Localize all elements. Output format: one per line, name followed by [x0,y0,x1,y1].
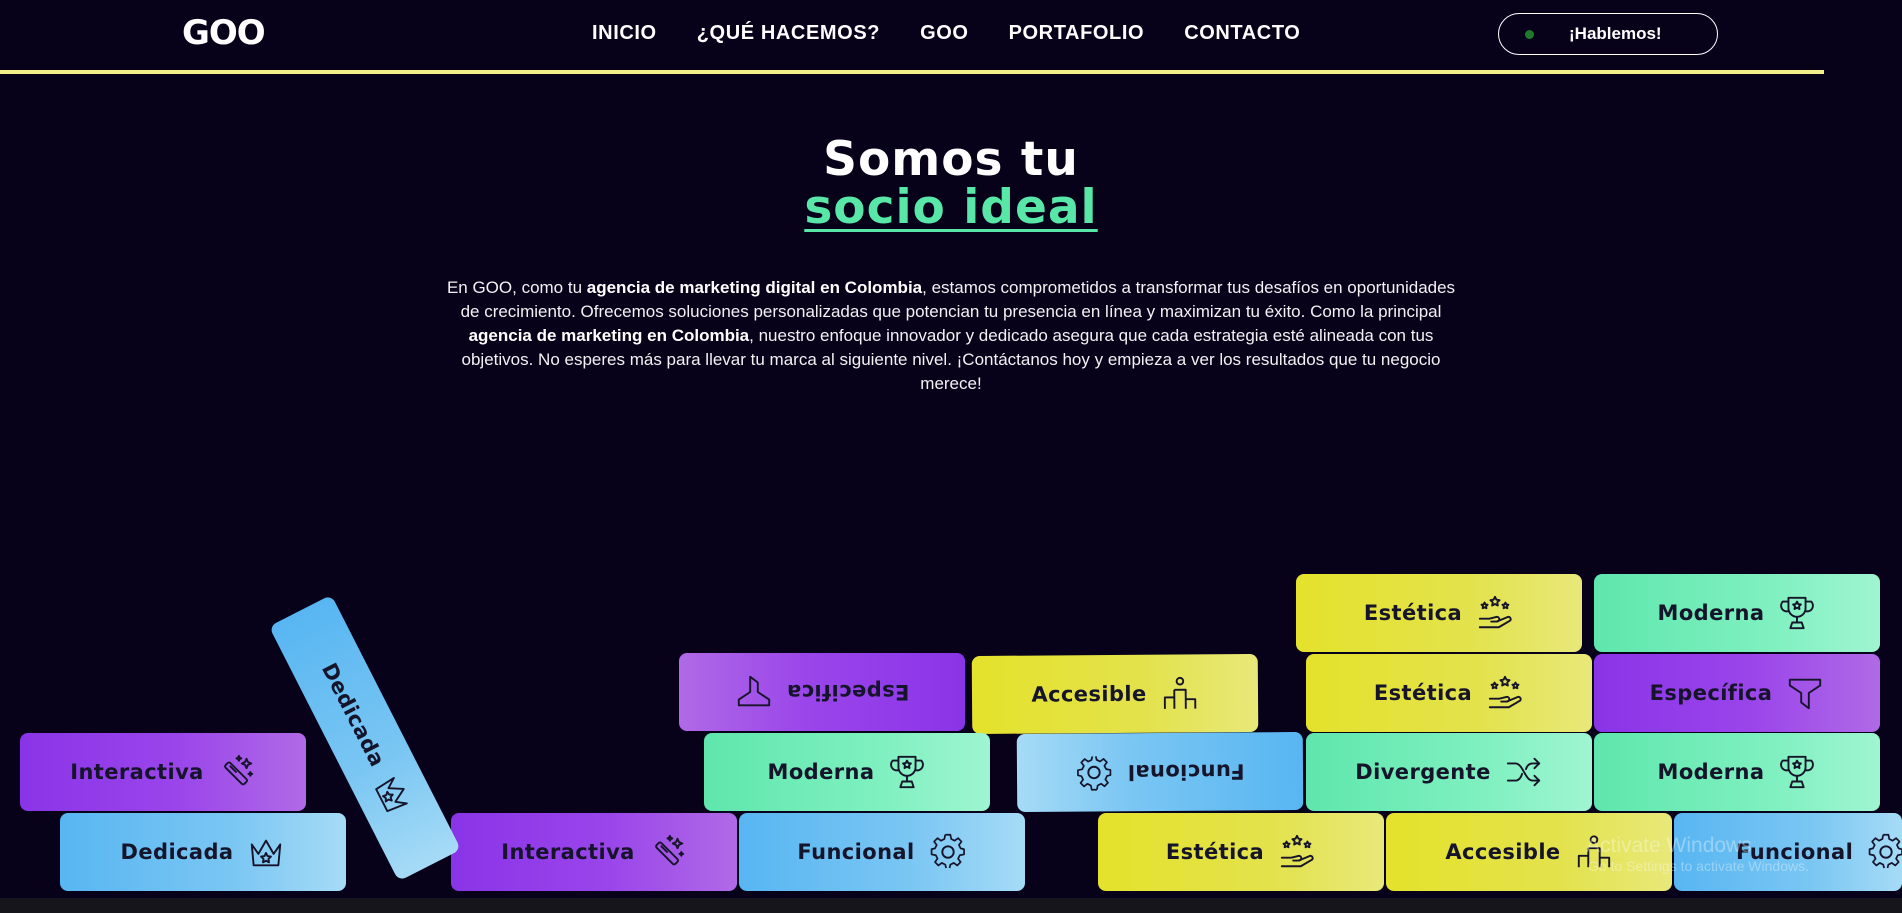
nav-item-goo[interactable]: GOO [920,22,968,45]
status-dot-icon [1525,30,1534,39]
hero-description: En GOO, como tu agencia de marketing dig… [436,276,1466,396]
block-label: Moderna [1657,760,1765,784]
block-label: Funcional [1736,840,1854,864]
block-estetica[interactable]: Estética [1306,654,1592,732]
block-accesible[interactable]: Accesible [1386,813,1672,891]
block-label: Estética [1373,681,1473,705]
bottom-bar [0,898,1902,913]
block-moderna[interactable]: Moderna [1594,733,1880,811]
gear-icon [929,833,967,871]
hero-title-line2: socio ideal [804,180,1098,235]
gear-icon [1867,833,1902,871]
block-label: Divergente [1355,760,1491,784]
site-header: GOO INICIO ¿QUÉ HACEMOS? GOO PORTAFOLIO … [0,0,1902,72]
magic-wand-icon [649,833,687,871]
trophy-icon [1778,753,1816,791]
block-divergente[interactable]: Divergente [1306,733,1592,811]
block-label: Interactiva [501,840,635,864]
block-moderna[interactable]: Moderna [1594,574,1880,652]
block-label: Accesible [1031,681,1147,707]
block-dedicada[interactable]: Dedicada [60,813,346,891]
block-label: Dedicada [316,659,390,771]
funnel-icon [1786,674,1824,712]
magic-wand-icon [218,753,256,791]
nav-item-que-hacemos[interactable]: ¿QUÉ HACEMOS? [697,22,880,45]
block-funcional-flipped[interactable]: Funcional [1016,732,1304,812]
logo[interactable]: GOO [182,16,266,50]
stars-hand-icon [1486,674,1524,712]
main-nav: INICIO ¿QUÉ HACEMOS? GOO PORTAFOLIO CONT… [592,22,1300,45]
block-estetica[interactable]: Estética [1296,574,1582,652]
block-interactiva[interactable]: Interactiva [20,733,306,811]
block-moderna[interactable]: Moderna [704,733,990,811]
block-label: Interactiva [70,760,204,784]
hablemos-button[interactable]: ¡Hablemos! [1498,13,1718,55]
block-label: Específica [1649,681,1773,705]
hablemos-label: ¡Hablemos! [1569,24,1662,43]
nav-item-portafolio[interactable]: PORTAFOLIO [1009,22,1145,45]
gear-icon [1075,753,1113,791]
crown-icon [247,833,285,871]
block-estetica[interactable]: Estética [1098,813,1384,891]
block-label: Accesible [1445,840,1561,864]
stars-hand-icon [1476,594,1514,632]
block-label: Estética [1165,840,1265,864]
block-accesible[interactable]: Accesible [971,654,1259,734]
header-accent-line [0,70,1824,74]
hero-desc-text-1: En GOO, como tu [446,278,587,297]
trophy-icon [1778,594,1816,632]
hero-desc-bold-2: agencia de marketing en Colombia [468,326,750,345]
block-especifica-flipped[interactable]: Especifica [679,653,965,731]
person-podium-icon [1160,674,1198,712]
block-interactiva[interactable]: Interactiva [451,813,737,891]
block-label: Moderna [767,760,875,784]
nav-item-inicio[interactable]: INICIO [592,22,657,45]
trophy-icon [888,753,926,791]
block-label: Funcional [797,840,915,864]
block-label: Funcional [1127,759,1245,785]
block-funcional[interactable]: Funcional [1674,813,1902,891]
crown-icon [368,769,419,820]
block-label: Especifica [786,680,910,704]
block-label: Estética [1363,601,1463,625]
hero-desc-bold-1: agencia de marketing digital en Colombia [586,278,923,297]
block-especifica[interactable]: Específica [1594,654,1880,732]
stars-hand-icon [1278,833,1316,871]
block-label: Moderna [1657,601,1765,625]
person-podium-icon [1575,833,1613,871]
block-label: Dedicada [120,840,234,864]
shuffle-icon [1505,753,1543,791]
block-funcional[interactable]: Funcional [739,813,1025,891]
funnel-icon [735,673,773,711]
hero-title: Somos tu socio ideal [0,136,1902,232]
hero-title-line1: Somos tu [823,132,1079,187]
nav-item-contacto[interactable]: CONTACTO [1184,22,1300,45]
